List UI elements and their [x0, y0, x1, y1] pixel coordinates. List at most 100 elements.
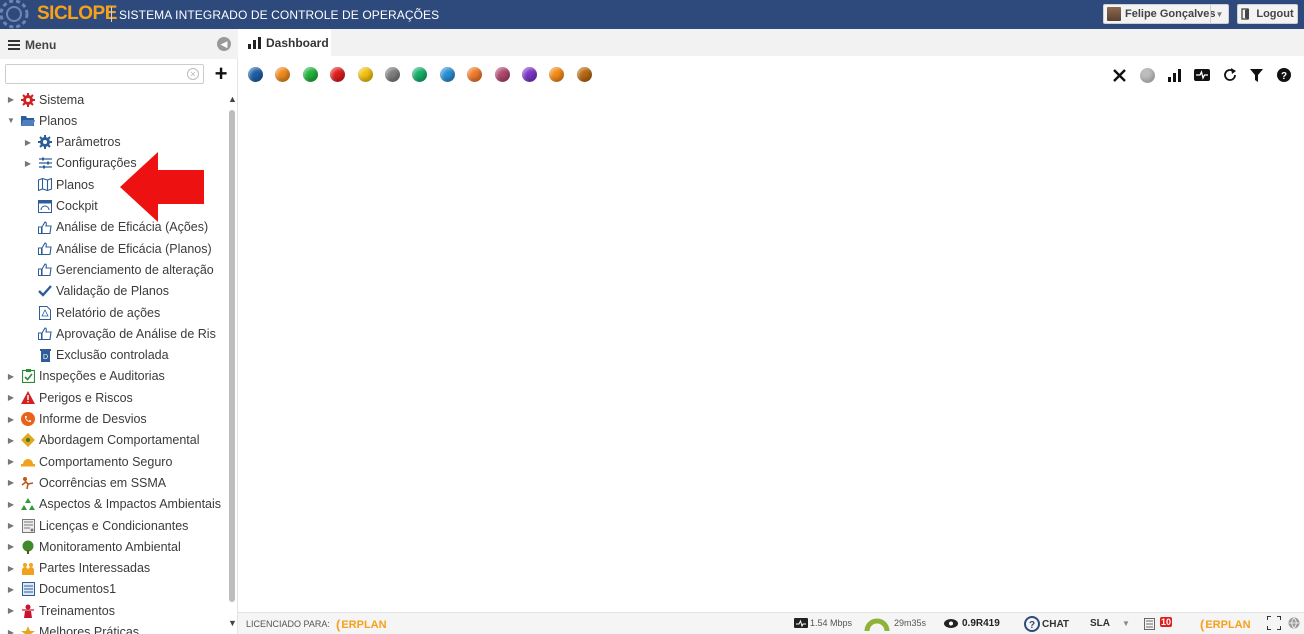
sidebar-item-planos[interactable]: Planos — [23, 174, 94, 195]
sidebar-item-parametros[interactable]: ▶ Parâmetros — [23, 132, 121, 153]
sidebar-item-label: Melhores Práticas — [39, 625, 140, 634]
status-dot-5[interactable] — [357, 67, 373, 82]
sidebar-item-abordagem-comportamental[interactable]: ▶ Abordagem Comportamental — [6, 430, 200, 451]
expand-arrow-icon[interactable]: ▶ — [6, 542, 16, 551]
refresh-icon[interactable] — [1216, 65, 1243, 85]
sidebar-item-label: Inspeções e Auditorias — [39, 369, 165, 384]
sidebar-item-analise-de-eficacia-planos[interactable]: Análise de Eficácia (Planos) — [23, 238, 212, 259]
sidebar-item-aspectos-impactos-ambientais[interactable]: ▶ Aspectos & Impactos Ambientais — [6, 494, 221, 515]
globe-icon[interactable] — [1288, 617, 1300, 629]
sla-selector[interactable]: SLA ▼ — [1090, 618, 1130, 629]
sidebar-item-exclusao-controlada[interactable]: D Exclusão controlada — [23, 345, 169, 366]
bar-chart-icon[interactable] — [1161, 65, 1188, 85]
sidebar-item-label: Cockpit — [56, 199, 98, 213]
scroll-up-icon[interactable]: ▲ — [228, 94, 237, 104]
expand-arrow-icon[interactable]: ▶ — [6, 478, 16, 487]
sidebar-item-ocorrencias-em-ssma[interactable]: ▶ Ocorrências em SSMA — [6, 472, 166, 493]
gauge-icon — [864, 618, 890, 631]
user-menu-button[interactable]: Felipe Gonçalves ▼ — [1103, 4, 1229, 24]
expand-arrow-icon[interactable]: ▶ — [6, 436, 16, 445]
document-icon[interactable] — [1144, 618, 1155, 630]
sidebar-item-gerenciamento-de-alteracao[interactable]: Gerenciamento de alteração — [23, 259, 214, 280]
thumbs-up-icon — [38, 242, 52, 256]
chat-button[interactable]: ? CHAT — [1024, 616, 1069, 632]
sidebar-item-treinamentos[interactable]: ▶ Treinamentos — [6, 600, 115, 621]
close-icon[interactable] — [1106, 65, 1133, 85]
expand-arrow-icon[interactable]: ▶ — [6, 393, 16, 402]
sidebar-item-cockpit[interactable]: Cockpit — [23, 196, 98, 217]
status-dot-11[interactable] — [521, 67, 537, 82]
expand-arrow-icon[interactable]: ▶ — [6, 500, 16, 509]
status-dot-12[interactable] — [549, 67, 565, 82]
sidebar-item-informe-de-desvios[interactable]: ▶ Informe de Desvios — [6, 409, 147, 430]
falling-person-icon — [21, 476, 35, 490]
sidebar-item-planos[interactable]: ▼ Planos — [6, 110, 77, 131]
collapse-arrow-icon[interactable]: ▼ — [6, 116, 16, 125]
chevron-down-icon[interactable]: ▼ — [1210, 5, 1228, 23]
expand-arrow-icon[interactable]: ▶ — [6, 585, 16, 594]
fullscreen-icon[interactable] — [1267, 616, 1281, 630]
sidebar-item-label: Aprovação de Análise de Ris — [56, 326, 216, 341]
sidebar-item-partes-interessadas[interactable]: ▶ Partes Interessadas — [6, 558, 150, 579]
sidebar-item-label: Abordagem Comportamental — [39, 433, 200, 448]
sidebar-item-perigos-e-riscos[interactable]: ▶ Perigos e Riscos — [6, 387, 133, 408]
status-dot-2[interactable] — [275, 67, 291, 82]
app-logo[interactable]: SICLOPE — [37, 3, 117, 25]
status-dot-4[interactable] — [330, 67, 346, 82]
scroll-thumb[interactable] — [229, 110, 235, 602]
hamburger-icon[interactable] — [8, 40, 20, 50]
dashboard-toolbar: ? — [1106, 65, 1298, 85]
expand-arrow-icon[interactable]: ▶ — [6, 521, 16, 530]
check-icon — [38, 284, 52, 298]
expand-arrow-icon[interactable]: ▶ — [6, 415, 16, 424]
filter-icon[interactable] — [1243, 65, 1270, 85]
expand-arrow-icon[interactable]: ▶ — [6, 95, 16, 104]
status-dot-9[interactable] — [467, 67, 483, 82]
dashboard-panel: ? — [238, 56, 1304, 612]
scroll-down-icon[interactable]: ▼ — [228, 618, 237, 628]
user-name: Felipe Gonçalves — [1125, 8, 1216, 20]
status-dot-7[interactable] — [412, 67, 428, 82]
status-dot-13[interactable] — [576, 67, 592, 82]
svg-text:?: ? — [1029, 620, 1035, 631]
tab-dashboard[interactable]: Dashboard — [238, 29, 331, 56]
notification-count: 10 — [1160, 617, 1173, 627]
notification-badge[interactable]: 10 — [1160, 617, 1173, 627]
sidebar-scrollbar[interactable]: ▲ ▼ — [228, 94, 237, 634]
expand-arrow-icon[interactable]: ▶ — [6, 457, 16, 466]
expand-arrow-icon[interactable]: ▶ — [23, 159, 33, 168]
chevron-down-icon[interactable]: ▼ — [1122, 619, 1130, 628]
menu-header: Menu ◀ — [0, 29, 238, 59]
menu-search-input[interactable] — [6, 65, 181, 83]
pulse-icon[interactable] — [1188, 65, 1215, 85]
sidebar-item-licencas-e-condicionantes[interactable]: ▶ Licenças e Condicionantes — [6, 515, 188, 536]
collapse-sidebar-icon[interactable]: ◀ — [217, 37, 231, 51]
expand-arrow-icon[interactable]: ▶ — [23, 138, 33, 147]
status-dot-1[interactable] — [248, 67, 263, 82]
sidebar-item-relatorio-de-acoes[interactable]: Relatório de ações — [23, 302, 160, 323]
add-button[interactable]: + — [210, 63, 232, 85]
sidebar-item-melhores-praticas[interactable]: ▶ Melhores Práticas — [6, 622, 139, 634]
speed-icon — [794, 618, 808, 628]
sidebar-item-inspecoes-e-auditorias[interactable]: ▶ Inspeções e Auditorias — [6, 366, 165, 387]
status-dot-10[interactable] — [494, 67, 510, 82]
help-icon[interactable]: ? — [1271, 65, 1298, 85]
clear-search-icon[interactable]: ✕ — [187, 68, 199, 80]
logout-button[interactable]: Logout — [1237, 4, 1298, 24]
gray-dot-icon[interactable] — [1134, 65, 1161, 85]
bandwidth-indicator: 1.54 Mbps — [794, 618, 852, 628]
status-dot-6[interactable] — [384, 67, 400, 82]
sidebar-item-documentos1[interactable]: ▶ Documentos1 — [6, 579, 116, 600]
sidebar-item-validacao-de-planos[interactable]: Validação de Planos — [23, 281, 169, 302]
status-dot-3[interactable] — [302, 67, 318, 82]
sidebar-item-monitoramento-ambiental[interactable]: ▶ Monitoramento Ambiental — [6, 536, 181, 557]
expand-arrow-icon[interactable]: ▶ — [6, 372, 16, 381]
expand-arrow-icon[interactable]: ▶ — [6, 564, 16, 573]
status-dot-8[interactable] — [439, 67, 455, 82]
sidebar-item-sistema[interactable]: ▶ Sistema — [6, 89, 84, 110]
warning-icon — [21, 391, 35, 405]
expand-arrow-icon[interactable]: ▶ — [6, 628, 16, 634]
expand-arrow-icon[interactable]: ▶ — [6, 606, 16, 615]
sidebar-item-comportamento-seguro[interactable]: ▶ Comportamento Seguro — [6, 451, 172, 472]
sidebar-item-aprovacao-de-analise-de-ris[interactable]: Aprovação de Análise de Ris — [23, 323, 216, 344]
